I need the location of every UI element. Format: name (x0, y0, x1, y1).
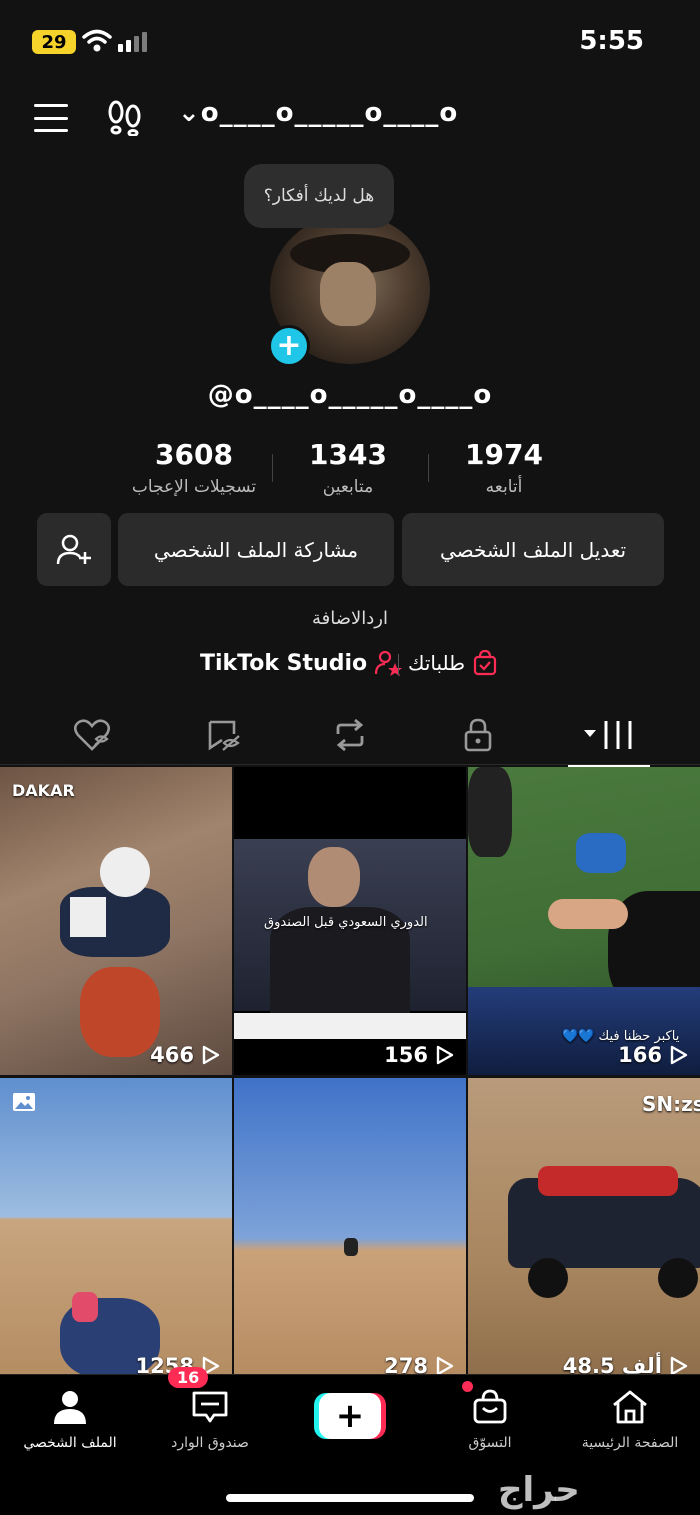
tab-private[interactable] (448, 713, 508, 757)
view-count-value: 166 (618, 1043, 662, 1067)
nav-profile-label: الملف الشخصي (23, 1435, 117, 1451)
footprints-icon[interactable] (106, 100, 144, 136)
play-icon (670, 1045, 688, 1065)
tab-reposts[interactable] (320, 713, 380, 757)
inbox-badge: 16 (168, 1367, 209, 1388)
share-profile-button[interactable]: مشاركة الملف الشخصي (118, 513, 394, 586)
lock-icon (464, 718, 492, 752)
followers-label: متابعين (322, 477, 374, 497)
shopping-bag-icon (473, 1389, 507, 1424)
battery-indicator: 29 (32, 30, 76, 54)
view-count-value: 466 (150, 1043, 194, 1067)
tiktok-studio-link[interactable]: TikTok Studio (200, 650, 403, 676)
add-friend-button[interactable] (37, 513, 111, 586)
shopping-bag-check-icon (473, 650, 497, 676)
tab-videos[interactable] (578, 713, 640, 757)
plus-icon: + (319, 1393, 381, 1439)
profile-handle: @o____o_____o____o (207, 380, 493, 410)
video-thumbnail[interactable]: SN:zs 48.5 ألف (468, 1078, 700, 1386)
play-icon (670, 1356, 688, 1376)
nav-inbox[interactable]: صندوق الوارد (140, 1389, 280, 1451)
chevron-down-icon: ⌄ (178, 98, 201, 128)
tab-favorites[interactable] (194, 713, 254, 757)
video-grid: DAKAR 466 الدوري السعودي قبل الصندوق 156… (0, 767, 700, 1386)
add-user-icon (56, 534, 91, 564)
edit-profile-button[interactable]: تعديل الملف الشخصي (402, 513, 664, 586)
view-count: 166 (618, 1043, 688, 1067)
link-divider (398, 654, 399, 676)
profile-icon (54, 1391, 86, 1424)
video-thumbnail[interactable]: 1258 (0, 1078, 232, 1386)
home-icon (613, 1390, 647, 1424)
likes-label: تسجيلات الإعجاب (131, 477, 257, 497)
message-icon (192, 1391, 228, 1423)
profile-bio: اردالاضافة (312, 608, 388, 629)
play-icon (202, 1045, 220, 1065)
menu-icon[interactable] (34, 104, 68, 132)
bookmark-hidden-icon (208, 720, 240, 751)
nav-inbox-label: صندوق الوارد (171, 1435, 249, 1451)
likes-count: 3608 (155, 438, 233, 471)
followers-count: 1343 (309, 438, 387, 471)
video-thumbnail[interactable]: الدوري السعودي قبل الصندوق 156 (234, 767, 466, 1075)
video-grid-icon (584, 721, 632, 749)
status-bar: 29 5:55 (0, 0, 700, 90)
nav-shop[interactable]: التسوّق (420, 1389, 560, 1451)
heart-hidden-icon (73, 719, 111, 751)
nav-home[interactable]: الصفحة الرئيسية (560, 1389, 700, 1451)
home-indicator[interactable] (226, 1494, 474, 1502)
stat-likes[interactable]: 3608 تسجيلات الإعجاب (114, 438, 274, 497)
note-bubble[interactable]: هل لديك أفكار؟ (244, 164, 394, 228)
stat-divider (428, 454, 429, 482)
repost-icon (336, 718, 364, 752)
orders-link[interactable]: طلباتك (408, 650, 497, 676)
video-overlay-text: DAKAR (12, 781, 75, 800)
photo-icon (13, 1093, 35, 1111)
stat-followers[interactable]: 1343 متابعين (268, 438, 428, 497)
top-username: o____o_____o____o (200, 98, 459, 128)
profile-links: TikTok Studio طلباتك (0, 648, 700, 682)
view-count: 156 (384, 1043, 454, 1067)
orders-label: طلباتك (408, 651, 466, 675)
video-thumbnail[interactable]: ياكبر حظنا فيك 💙💙 166 (468, 767, 700, 1075)
nav-home-label: الصفحة الرئيسية (581, 1435, 679, 1451)
view-count-value: 156 (384, 1043, 428, 1067)
tab-liked[interactable] (62, 713, 122, 757)
wifi-icon (82, 29, 112, 52)
tiktok-studio-label: TikTok Studio (200, 650, 368, 676)
battery-level: 29 (41, 31, 67, 53)
following-label: أتابعه (485, 477, 523, 497)
video-thumbnail[interactable]: DAKAR 466 (0, 767, 232, 1075)
signal-icon (118, 32, 147, 52)
play-icon (436, 1045, 454, 1065)
create-button[interactable]: + (314, 1393, 386, 1439)
following-count: 1974 (465, 438, 543, 471)
video-overlay-text: الدوري السعودي قبل الصندوق (264, 915, 428, 930)
video-overlay-text: ياكبر حظنا فيك 💙💙 (562, 1029, 680, 1044)
view-count: 466 (150, 1043, 220, 1067)
video-overlay-text: SN:zs (642, 1092, 700, 1116)
play-icon (436, 1356, 454, 1376)
add-story-button[interactable]: + (268, 325, 310, 367)
nav-shop-label: التسوّق (468, 1435, 512, 1451)
profile-tabs (0, 705, 700, 768)
account-switcher[interactable]: ⌄o____o_____o____o (178, 98, 458, 128)
site-watermark: حراج (498, 1470, 580, 1510)
profile-stats: 3608 تسجيلات الإعجاب 1343 متابعين 1974 أ… (0, 438, 700, 508)
status-time: 5:55 (579, 26, 644, 56)
nav-profile[interactable]: الملف الشخصي (0, 1389, 140, 1451)
video-thumbnail[interactable]: 278 (234, 1078, 466, 1386)
shop-notification-dot (462, 1381, 473, 1392)
stat-divider (272, 454, 273, 482)
stat-following[interactable]: 1974 أتابعه (424, 438, 584, 497)
